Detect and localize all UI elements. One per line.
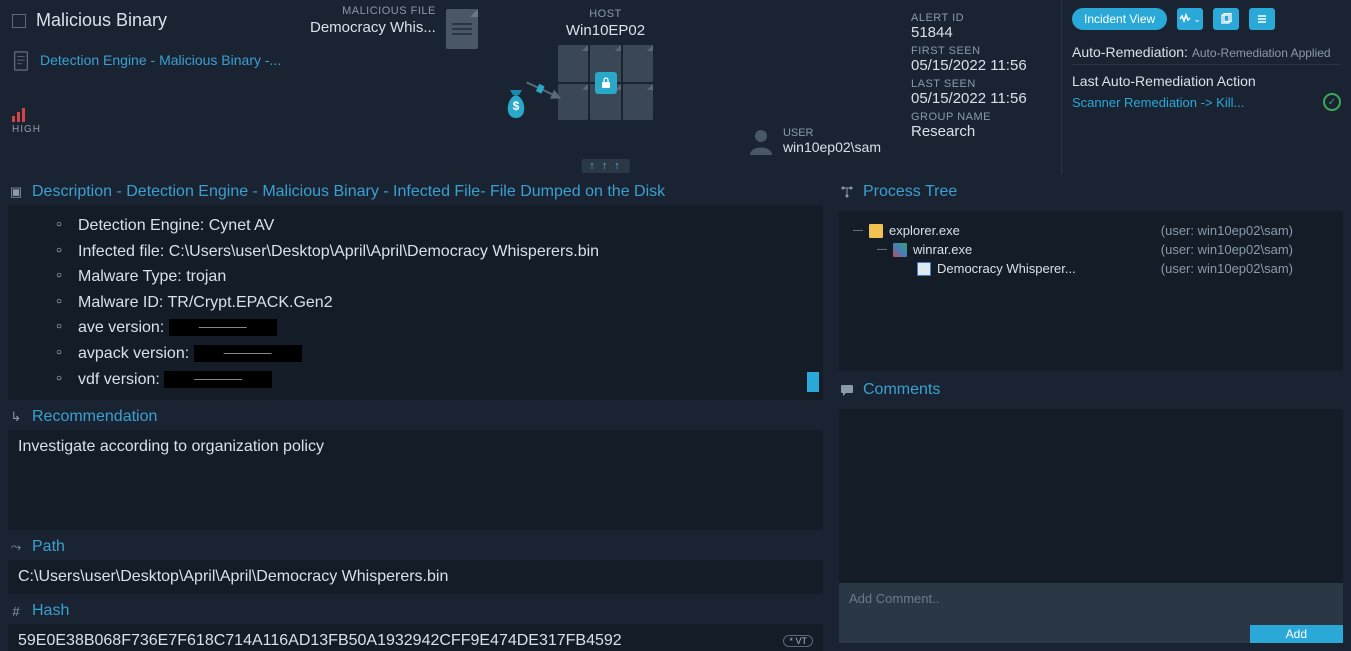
list-button[interactable] — [1249, 8, 1275, 30]
remediation-action-link[interactable]: Scanner Remediation -> Kill... — [1072, 95, 1244, 110]
desc-item: vdf version: xxxxxx — [78, 367, 811, 393]
user-label: USER — [783, 127, 881, 139]
success-check-icon: ✓ — [1323, 93, 1341, 111]
desc-item: Detection Engine: Cynet AV — [78, 213, 811, 239]
process-tree-title: Process Tree — [863, 183, 957, 201]
recommendation-title: Recommendation — [32, 408, 157, 426]
process-tree: — explorer.exe (user: win10ep02\sam) — w… — [839, 211, 1343, 371]
process-row[interactable]: Democracy Whisperer... (user: win10ep02\… — [849, 259, 1333, 278]
process-user: (user: win10ep02\sam) — [1161, 242, 1333, 257]
recommendation-text: Investigate according to organization po… — [8, 430, 823, 530]
path-title: Path — [32, 538, 65, 556]
process-name: Democracy Whisperer... — [937, 261, 1076, 276]
file-icon — [446, 9, 478, 49]
auto-remediation-value: Auto-Remediation Applied — [1192, 46, 1331, 60]
host-name: Win10EP02 — [558, 22, 654, 39]
collapse-toggle[interactable]: ↑ ↑ ↑ — [581, 159, 630, 173]
description-title: Description - Detection Engine - Malicio… — [32, 183, 665, 201]
comments-icon — [839, 382, 855, 398]
hash-value: 59E0E38B068F736E7F618C714A116AD13FB50A19… — [18, 632, 622, 650]
copy-button[interactable] — [1213, 8, 1239, 30]
recommendation-icon: ↳ — [8, 409, 24, 425]
desc-item: Infected file: C:\Users\user\Desktop\Apr… — [78, 239, 811, 265]
group-value: Research — [911, 123, 1061, 140]
document-icon — [12, 51, 30, 71]
process-icon — [869, 224, 883, 238]
svg-text:$: $ — [512, 99, 519, 113]
user-name: win10ep02\sam — [783, 139, 881, 155]
lock-icon — [595, 72, 617, 94]
hash-title: Hash — [32, 602, 69, 620]
auto-remediation-label: Auto-Remediation: — [1072, 44, 1188, 60]
detection-link[interactable]: Detection Engine - Malicious Binary -... — [40, 51, 281, 71]
description-content: Detection Engine: Cynet AV Infected file… — [8, 205, 823, 400]
first-seen-value: 05/15/2022 11:56 — [911, 57, 1061, 74]
collapse-icon[interactable]: — — [877, 244, 887, 255]
severity-label: HIGH — [12, 124, 288, 135]
desc-item: Malware Type: trojan — [78, 264, 811, 290]
process-row[interactable]: — explorer.exe (user: win10ep02\sam) — [849, 221, 1333, 240]
select-alert-checkbox[interactable] — [12, 14, 26, 28]
host-label: HOST — [558, 8, 654, 20]
collapse-icon[interactable]: — — [853, 225, 863, 236]
process-icon — [893, 243, 907, 257]
group-label: GROUP NAME — [911, 111, 1061, 123]
last-seen-value: 05/15/2022 11:56 — [911, 90, 1061, 107]
user-icon — [747, 127, 775, 155]
process-user: (user: win10ep02\sam) — [1161, 261, 1333, 276]
process-row[interactable]: — winrar.exe (user: win10ep02\sam) — [849, 240, 1333, 259]
comment-input[interactable] — [839, 583, 1343, 625]
desc-item: avpack version: xxxxxx — [78, 341, 811, 367]
alert-title: Malicious Binary — [36, 10, 167, 31]
ransomware-icon: $ — [558, 45, 654, 120]
add-comment-button[interactable]: Add — [1250, 625, 1343, 643]
process-user: (user: win10ep02\sam) — [1161, 223, 1333, 238]
process-name: explorer.exe — [889, 223, 960, 238]
last-seen-label: LAST SEEN — [911, 78, 1061, 90]
description-icon: ▣ — [8, 184, 24, 200]
comments-list — [839, 409, 1343, 583]
process-name: winrar.exe — [913, 242, 972, 257]
severity-bars-icon — [12, 106, 288, 122]
alert-id-value: 51844 — [911, 24, 1061, 41]
process-icon — [917, 262, 931, 276]
virustotal-button[interactable]: * VT — [783, 635, 813, 647]
first-seen-label: FIRST SEEN — [911, 45, 1061, 57]
desc-item: ave version: xxxxxx — [78, 315, 811, 341]
hash-icon: # — [8, 603, 24, 619]
alert-diagram: MALICIOUS FILE Democracy Whis... HOST Wi… — [300, 0, 911, 175]
path-value: C:\Users\user\Desktop\April\April\Democr… — [8, 560, 823, 594]
malicious-file-label: MALICIOUS FILE — [310, 5, 436, 17]
malicious-file-name: Democracy Whis... — [310, 19, 436, 36]
incident-view-button[interactable]: Incident View — [1072, 8, 1167, 30]
path-icon: ⤳ — [8, 539, 24, 555]
activity-dropdown-button[interactable] — [1177, 8, 1203, 30]
process-tree-icon — [839, 184, 855, 200]
comments-title: Comments — [863, 381, 940, 399]
desc-item: Malware ID: TR/Crypt.EPACK.Gen2 — [78, 290, 811, 316]
last-action-label: Last Auto-Remediation Action — [1072, 65, 1341, 93]
alert-id-label: ALERT ID — [911, 12, 1061, 24]
